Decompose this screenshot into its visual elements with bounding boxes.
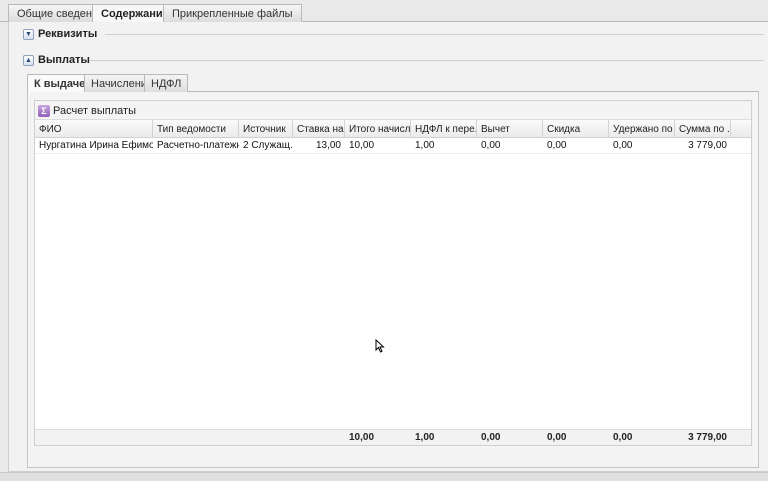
column-header-statement-type[interactable]: Тип ведомости (153, 120, 239, 138)
mouse-cursor-icon (375, 339, 385, 353)
grid-header: ФИО Тип ведомости Источник Ставка на... … (35, 120, 751, 138)
cell-statement-type: Расчетно-платежная (157, 140, 239, 151)
calc-payment-label: Расчет выплаты (53, 104, 136, 117)
total-sum: 3 779,00 (688, 432, 727, 443)
payments-panel: Σ Расчет выплаты ФИО Тип ведомости Источ… (27, 92, 759, 468)
column-header-fio[interactable]: ФИО (35, 120, 153, 138)
column-header-deduction[interactable]: Вычет (477, 120, 543, 138)
total-accrued: 10,00 (349, 432, 375, 443)
column-header-source[interactable]: Источник (239, 120, 293, 138)
table-row[interactable]: Нургатина Ирина Ефимовна Расчетно-платеж… (35, 138, 751, 154)
total-deduction: 0,00 (481, 432, 501, 443)
grid-summary-row: 10,00 1,00 0,00 0,00 0,00 3 779,00 (35, 429, 751, 445)
tab-ndfl[interactable]: НДФЛ (144, 74, 189, 92)
column-header-ndfl-transfer[interactable]: НДФЛ к пере... (411, 120, 477, 138)
cell-source: 2 Служащ... (243, 140, 293, 151)
column-header-total-accrued[interactable]: Итого начисл... (345, 120, 411, 138)
section-payments-header[interactable]: ▲ Выплаты (23, 52, 90, 68)
tab-attached-files[interactable]: Прикрепленные файлы (163, 4, 302, 22)
payments-grid: Σ Расчет выплаты ФИО Тип ведомости Источ… (34, 100, 752, 446)
total-discount: 0,00 (547, 432, 567, 443)
cell-discount: 0,00 (547, 140, 567, 151)
bottom-bar (0, 472, 768, 481)
cell-withheld: 0,00 (613, 140, 633, 151)
section-payments-label: Выплаты (38, 54, 90, 66)
column-header-discount[interactable]: Скидка (543, 120, 609, 138)
sigma-icon: Σ (38, 104, 50, 117)
tab-to-pay[interactable]: К выдаче (27, 74, 93, 93)
top-tab-bar: Общие сведения Содержание Прикрепленные … (0, 0, 768, 23)
section-requisites-label: Реквизиты (38, 28, 98, 40)
section-requisites-header[interactable]: ▼ Реквизиты (23, 26, 97, 42)
cell-ndfl-transfer: 1,00 (415, 140, 435, 151)
cell-sum: 3 779,00 (688, 140, 727, 151)
collapse-icon[interactable]: ▲ (23, 54, 34, 66)
total-ndfl-transfer: 1,00 (415, 432, 435, 443)
expand-icon[interactable]: ▼ (23, 28, 34, 40)
section-divider (105, 34, 764, 35)
section-divider (89, 60, 764, 61)
cell-fio: Нургатина Ирина Ефимовна (39, 140, 153, 151)
payments-tab-bar: К выдаче Начисление НДФЛ (27, 74, 759, 93)
cell-deduction: 0,00 (481, 140, 501, 151)
calc-payment-button[interactable]: Σ Расчет выплаты (38, 103, 136, 118)
cell-total-accrued: 10,00 (349, 140, 375, 151)
total-withheld: 0,00 (613, 432, 633, 443)
grid-toolbar: Σ Расчет выплаты (35, 101, 751, 120)
column-header-rate[interactable]: Ставка на... (293, 120, 345, 138)
cell-rate: 13,00 (315, 140, 341, 151)
main-content: ▼ Реквизиты ▲ Выплаты К выдаче Начислени… (8, 22, 768, 472)
column-header-sum[interactable]: Сумма по ... (675, 120, 731, 138)
column-header-withheld[interactable]: Удержано по ... (609, 120, 675, 138)
